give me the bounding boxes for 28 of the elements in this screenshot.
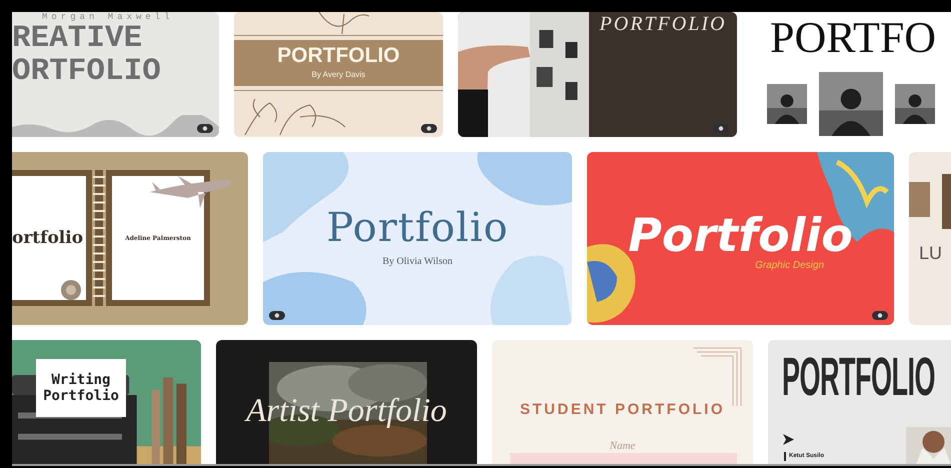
template-text: STUDENT PORTFOLIO <box>520 402 725 417</box>
template-card[interactable]: Morgan Maxwell REATIVE ORTFOLIO <box>12 12 219 137</box>
template-card[interactable]: Writing Portfolio <box>12 340 201 464</box>
template-text: Portfolio <box>43 388 119 404</box>
template-text: PORTFOLIO <box>277 45 400 66</box>
template-card[interactable]: Artist Portfolio <box>216 340 477 464</box>
template-card[interactable]: LU <box>909 152 951 325</box>
template-text: Graphic Design <box>755 259 824 273</box>
template-text: By Avery Davis <box>312 69 366 81</box>
template-text: Morgan Maxwell <box>42 13 174 22</box>
template-text: Name <box>610 439 636 454</box>
template-text: Artist Portfolio <box>246 395 447 428</box>
template-text: PORTFO <box>770 16 938 60</box>
template-card[interactable]: PORTFOLIO <box>458 12 737 137</box>
template-text: PORTFOLIO <box>782 350 935 404</box>
template-text: PORTFOLIO <box>600 14 726 34</box>
template-text: Writing <box>51 372 110 388</box>
flower-icon <box>60 279 82 301</box>
arrow-icon <box>783 434 794 445</box>
template-card[interactable]: Portfolio By Olivia Wilson <box>263 152 572 325</box>
template-card[interactable]: Portfolio Graphic Design <box>587 152 894 325</box>
template-text: ortfolio <box>12 230 84 246</box>
template-text: By Olivia Wilson <box>382 255 452 269</box>
template-text: Portfolio <box>628 212 853 258</box>
template-text: REATIVE <box>12 22 144 55</box>
template-text: ORTFOLIO <box>12 55 161 88</box>
template-text: LU <box>919 242 942 265</box>
template-text: Portfolio <box>326 208 509 248</box>
